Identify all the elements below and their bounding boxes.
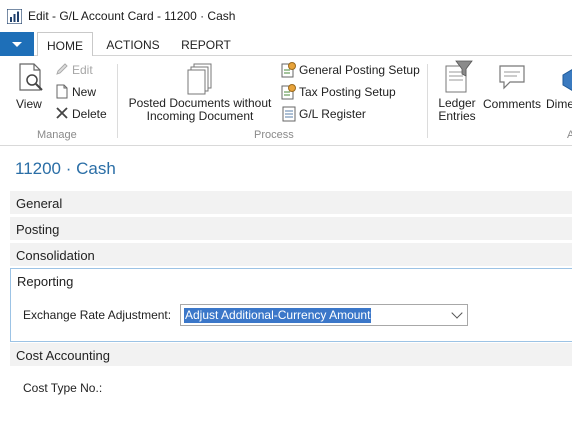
register-icon xyxy=(282,106,296,122)
ledger-entries-icon xyxy=(445,60,473,93)
fasttab-general[interactable]: General xyxy=(10,191,572,215)
fasttab-reporting-label: Reporting xyxy=(17,274,74,289)
exchange-rate-adjustment-label: Exchange Rate Adjustment: xyxy=(23,308,172,322)
fasttab-cost-accounting-label: Cost Accounting xyxy=(16,348,110,363)
general-posting-setup-icon xyxy=(281,62,296,78)
posted-documents-label-line2: Incoming Document xyxy=(146,109,254,123)
fasttab-consolidation[interactable]: Consolidation xyxy=(10,243,572,267)
new-document-icon xyxy=(56,84,68,99)
tab-report[interactable]: REPORT xyxy=(175,32,237,57)
tab-home[interactable]: HOME xyxy=(37,32,93,57)
ribbon-separator xyxy=(427,64,428,138)
posted-documents-button[interactable]: Posted Documents without Incoming Docume… xyxy=(127,97,273,123)
exchange-rate-adjustment-value: Adjust Additional-Currency Amount xyxy=(184,308,372,323)
gl-register-button[interactable]: G/L Register xyxy=(299,107,366,121)
group-label-process: Process xyxy=(254,129,294,141)
tab-actions[interactable]: ACTIONS xyxy=(100,32,166,57)
comments-button[interactable]: Comments xyxy=(483,97,541,111)
group-label-partial: A xyxy=(567,129,572,141)
dimensions-button[interactable]: Dime xyxy=(546,97,572,111)
dimensions-icon xyxy=(562,69,572,91)
comments-icon xyxy=(499,65,525,90)
chevron-down-icon xyxy=(12,42,22,47)
documents-icon xyxy=(187,63,212,95)
fasttab-posting-label: Posting xyxy=(16,222,60,237)
edit-button[interactable]: Edit xyxy=(72,63,93,77)
tax-posting-setup-button[interactable]: Tax Posting Setup xyxy=(299,85,396,99)
chevron-down-icon xyxy=(451,307,463,319)
view-button[interactable]: View xyxy=(16,97,42,111)
fasttab-general-label: General xyxy=(16,196,63,211)
delete-button[interactable]: Delete xyxy=(72,107,107,121)
tax-posting-setup-icon xyxy=(281,84,296,100)
pencil-icon xyxy=(56,63,68,75)
ledger-entries-label-line2: Entries xyxy=(438,109,476,123)
ledger-entries-button[interactable]: Ledger Entries xyxy=(436,97,478,123)
title-bar: Edit - G/L Account Card - 11200 · Cash xyxy=(0,0,572,32)
cost-type-no-label: Cost Type No.: xyxy=(23,381,103,395)
file-menu-button[interactable] xyxy=(0,32,34,56)
new-button[interactable]: New xyxy=(72,85,96,99)
general-posting-setup-button[interactable]: General Posting Setup xyxy=(299,63,420,77)
fasttab-cost-accounting[interactable]: Cost Accounting xyxy=(10,343,572,367)
delete-icon xyxy=(56,107,68,119)
view-icon xyxy=(19,63,43,91)
fasttab-reporting[interactable]: Reporting xyxy=(11,269,572,293)
group-label-manage: Manage xyxy=(37,129,77,141)
window-title: Edit - G/L Account Card - 11200 · Cash xyxy=(28,9,236,23)
fasttab-consolidation-label: Consolidation xyxy=(16,248,95,263)
app-icon xyxy=(7,9,22,24)
page-title: 11200 · Cash xyxy=(15,159,116,178)
fasttab-posting[interactable]: Posting xyxy=(10,217,572,241)
exchange-rate-adjustment-select[interactable]: Adjust Additional-Currency Amount xyxy=(180,304,468,326)
ribbon-separator xyxy=(117,64,118,138)
